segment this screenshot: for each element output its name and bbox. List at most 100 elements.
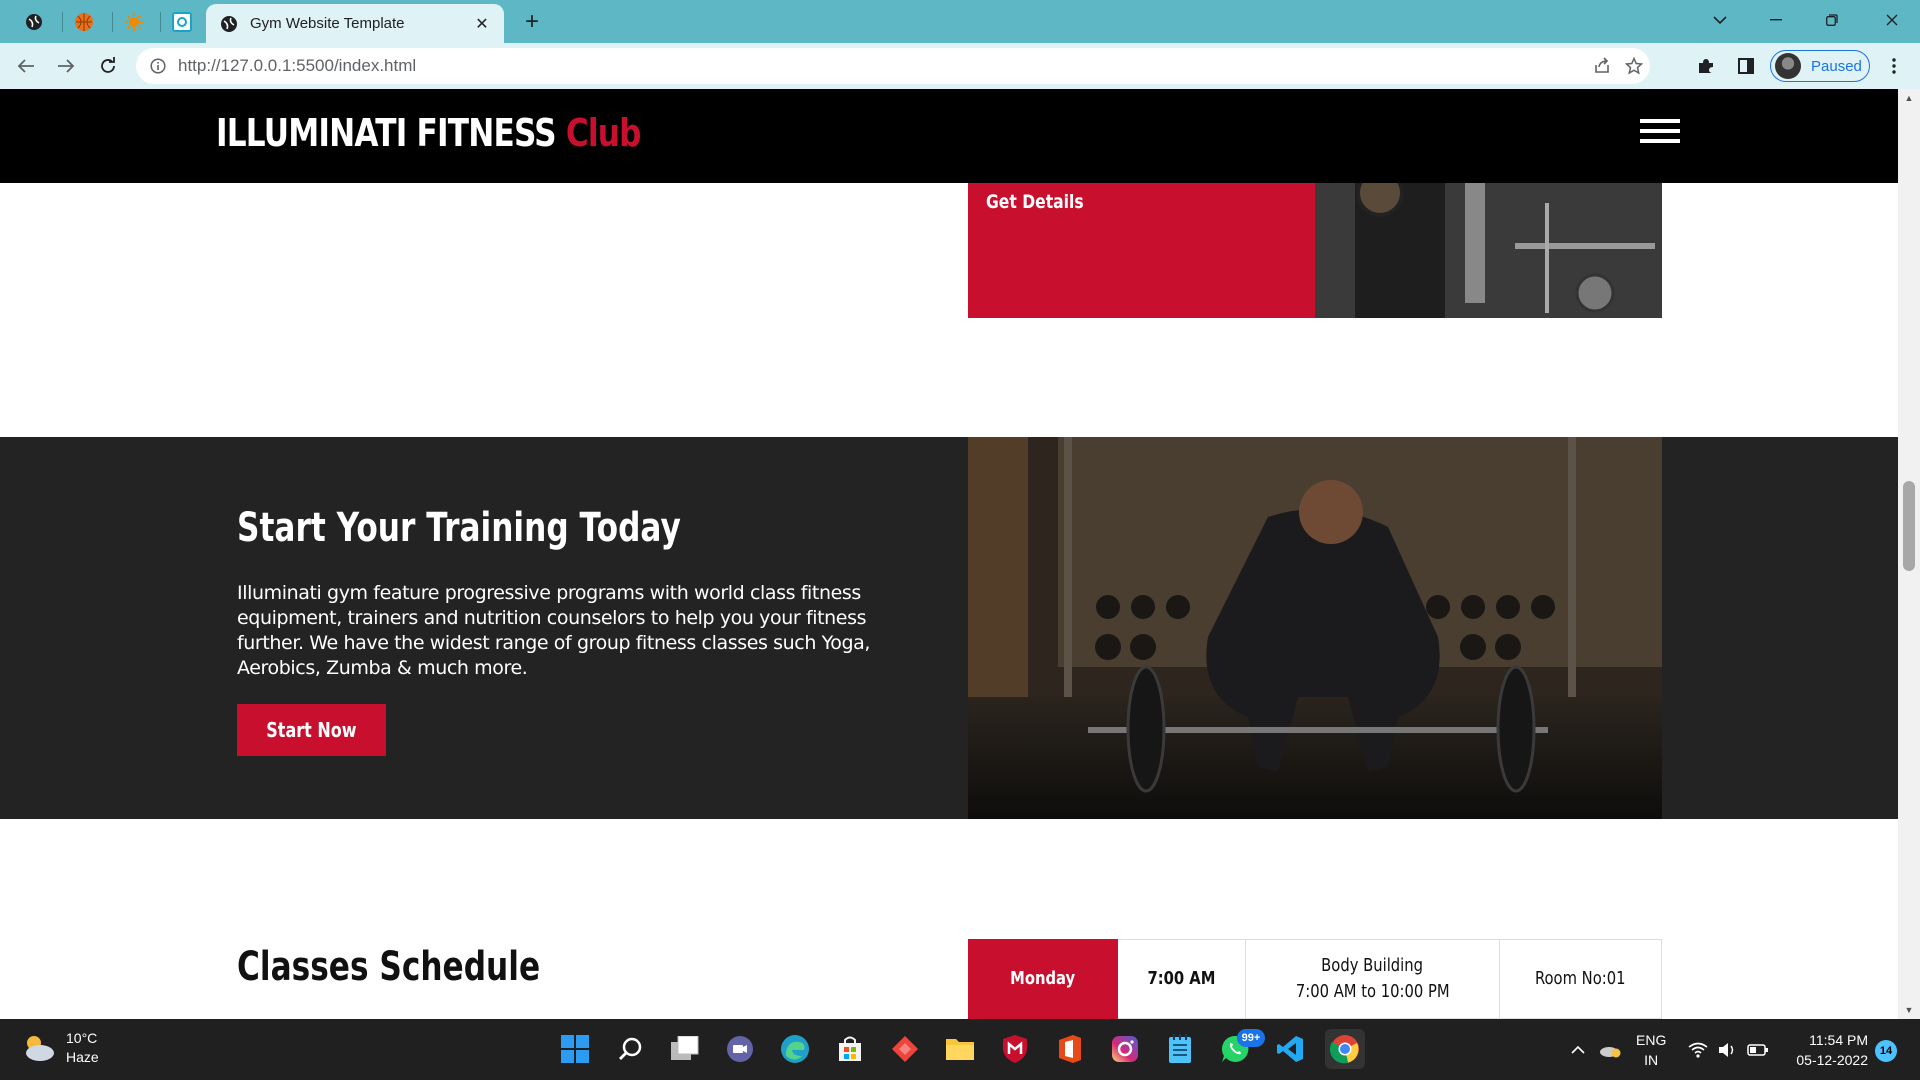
weather-desc: Haze [66, 1049, 99, 1065]
details-card: Get Details [968, 183, 1315, 318]
scroll-thumb[interactable] [1903, 481, 1915, 571]
restore-icon[interactable] [1804, 0, 1860, 40]
tab-search-chevron-icon[interactable] [1692, 0, 1748, 40]
share-icon[interactable] [1586, 50, 1618, 82]
minimize-icon[interactable] [1748, 0, 1804, 40]
onedrive-warning-icon[interactable] [1598, 1039, 1622, 1061]
store-icon [839, 1036, 861, 1061]
wifi-icon[interactable] [1686, 1039, 1710, 1061]
schedule-title: Classes Schedule [237, 944, 541, 990]
weather-widget[interactable]: 10°C Haze [20, 1029, 99, 1067]
address-bar[interactable]: http://127.0.0.1:5500/index.html [136, 48, 1650, 84]
tab-separator [62, 12, 63, 32]
forward-arrow-icon[interactable] [50, 50, 82, 82]
microsoft-store-button[interactable] [830, 1029, 870, 1069]
notification-count-badge[interactable]: 14 [1875, 1040, 1897, 1062]
notepad-button[interactable] [1160, 1029, 1200, 1069]
sports-icon [75, 13, 93, 31]
back-arrow-icon[interactable] [10, 50, 42, 82]
windows-taskbar: 10°C Haze 99+ ENG IN 11:54 PM 05-12-2022… [0, 1019, 1920, 1080]
chrome-icon [1330, 1035, 1359, 1064]
shield-m-icon [1003, 1035, 1027, 1063]
schedule-room-cell: Room No:01 [1500, 939, 1662, 1019]
scroll-up-icon[interactable]: ▲ [1898, 89, 1920, 107]
search-button[interactable] [610, 1029, 650, 1069]
new-tab-button[interactable]: + [518, 8, 546, 36]
globe-icon [26, 14, 42, 30]
site-logo[interactable]: ILLUMINATI FITNESS Club [216, 111, 641, 155]
browser-tab-strip: Gym Website Template ✕ + [0, 0, 1920, 43]
search-icon [619, 1037, 642, 1060]
lang-bottom: IN [1644, 1052, 1659, 1068]
vscode-icon [1277, 1036, 1303, 1062]
cloud-sun-icon [26, 1036, 54, 1061]
gym-equipment-photo [1315, 183, 1662, 318]
windows-logo-icon [561, 1035, 589, 1063]
whatsapp-badge: 99+ [1237, 1029, 1265, 1047]
diamond-app-icon [892, 1036, 918, 1062]
close-tab-icon[interactable]: ✕ [472, 14, 492, 34]
schedule-time: 7:00 AM [1147, 968, 1216, 989]
profile-button[interactable]: Paused [1770, 50, 1870, 82]
anydesk-button[interactable] [885, 1029, 925, 1069]
language-indicator[interactable]: ENG IN [1636, 1030, 1666, 1070]
vscode-button[interactable] [1270, 1029, 1310, 1069]
instagram-icon [1112, 1036, 1138, 1062]
hamburger-menu-icon[interactable] [1640, 119, 1680, 143]
start-now-label: Start Now [266, 718, 357, 742]
pinned-tab-globe[interactable] [14, 6, 54, 38]
sun-icon [125, 13, 143, 31]
task-view-icon [671, 1036, 699, 1060]
browser-toolbar: http://127.0.0.1:5500/index.html Paused [0, 43, 1920, 89]
bookmark-star-icon[interactable] [1618, 50, 1650, 82]
tab-gym-website[interactable]: Gym Website Template ✕ [206, 4, 504, 43]
page-scrollbar[interactable]: ▲ ▼ [1898, 89, 1920, 1019]
reload-icon[interactable] [92, 50, 124, 82]
tab-separator [112, 12, 113, 32]
schedule-class-cell: Body Building 7:00 AM to 10:00 PM [1246, 939, 1500, 1019]
edge-browser-button[interactable] [775, 1029, 815, 1069]
weather-temp: 10°C [66, 1030, 98, 1046]
pinned-tab-sun[interactable] [114, 6, 154, 38]
athlete-deadlift-photo [968, 437, 1662, 819]
mcafee-button[interactable] [995, 1029, 1035, 1069]
side-panel-icon[interactable] [1730, 50, 1762, 82]
chrome-button[interactable] [1325, 1029, 1365, 1069]
extensions-puzzle-icon[interactable] [1690, 50, 1722, 82]
info-icon[interactable] [150, 58, 166, 74]
avatar [1775, 53, 1801, 79]
instagram-button[interactable] [1105, 1029, 1145, 1069]
task-view-button[interactable] [665, 1029, 705, 1069]
tab-separator [160, 12, 161, 32]
lang-top: ENG [1636, 1032, 1667, 1048]
tray-chevron-up-icon[interactable] [1566, 1039, 1590, 1061]
profile-status: Paused [1811, 57, 1862, 75]
get-details-link[interactable]: Get Details [986, 191, 1084, 213]
schedule-day: Monday [1010, 968, 1076, 989]
office-button[interactable] [1050, 1029, 1090, 1069]
close-window-icon[interactable] [1864, 0, 1920, 40]
menu-kebab-icon[interactable] [1878, 50, 1910, 82]
edge-icon [781, 1035, 809, 1063]
whatsapp-button[interactable]: 99+ [1215, 1029, 1265, 1069]
battery-icon[interactable] [1746, 1039, 1770, 1061]
start-button[interactable] [555, 1029, 595, 1069]
notepad-icon [1169, 1034, 1191, 1063]
schedule-room: Room No:01 [1535, 968, 1626, 989]
folder-icon [946, 1039, 974, 1060]
file-explorer-button[interactable] [940, 1029, 980, 1069]
clock-time: 11:54 PM [1809, 1032, 1868, 1048]
schedule-hours: 7:00 AM to 10:00 PM [1295, 981, 1450, 1002]
start-now-button[interactable]: Start Now [237, 704, 386, 756]
teams-chat-button[interactable] [720, 1029, 760, 1069]
schedule-time-cell: 7:00 AM [1118, 939, 1246, 1019]
volume-icon[interactable] [1716, 1039, 1740, 1061]
training-description: Illuminati gym feature progressive progr… [237, 582, 871, 679]
tab-title: Gym Website Template [250, 15, 405, 32]
pinned-tab-image[interactable] [162, 6, 202, 38]
system-clock[interactable]: 11:54 PM 05-12-2022 [1786, 1030, 1868, 1070]
office-icon [1059, 1035, 1081, 1063]
url-text[interactable]: http://127.0.0.1:5500/index.html [178, 56, 416, 76]
pinned-tab-sports[interactable] [64, 6, 104, 38]
scroll-down-icon[interactable]: ▼ [1898, 1001, 1920, 1019]
